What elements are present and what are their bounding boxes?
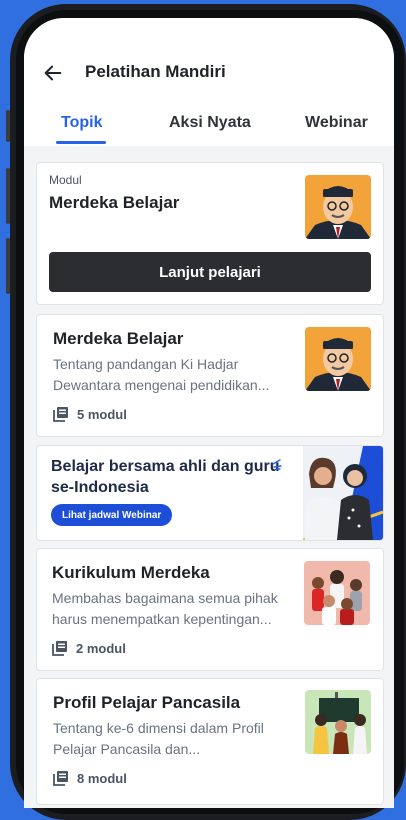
topic-description: Tentang pandangan Ki Hadjar Dewantara me…: [53, 356, 270, 393]
topic-thumbnail: [305, 327, 371, 391]
topic-title: Profil Pelajar Pancasila: [53, 693, 241, 712]
app-screen: Pelatihan Mandiri Topik Aksi Nyata Webin…: [24, 18, 394, 808]
topic-module-count: 8 modul: [53, 770, 127, 786]
phone-side-button: [6, 110, 10, 142]
module-count-label: 5 modul: [77, 406, 127, 422]
topic-description: Membahas bagaimana semua pihak harus men…: [52, 590, 278, 627]
sparkle-icon: [272, 459, 282, 470]
topic-module-count: 5 modul: [53, 406, 127, 422]
page-title: Pelatihan Mandiri: [85, 62, 226, 81]
module-label: Modul: [49, 173, 82, 187]
topic-title: Merdeka Belajar: [53, 329, 184, 348]
banner-title: Belajar bersama ahli dan guru se-Indones…: [51, 458, 280, 496]
phone-side-button: [6, 238, 10, 294]
tab-topik[interactable]: Topik: [61, 114, 102, 132]
continue-module-card[interactable]: Modul Merdeka Belajar Lanjut pelajari: [36, 162, 384, 305]
tab-aksi-nyata[interactable]: Aksi Nyata: [169, 114, 251, 132]
topic-description: Tentang ke-6 dimensi dalam Profil Pelaja…: [53, 720, 264, 757]
book-stack-icon: [53, 407, 68, 422]
topic-module-count: 2 modul: [52, 640, 126, 656]
webinar-banner[interactable]: Belajar bersama ahli dan guru se-Indones…: [36, 445, 384, 541]
book-stack-icon: [52, 641, 67, 656]
continue-learning-button[interactable]: Lanjut pelajari: [49, 252, 371, 292]
topic-card[interactable]: Profil Pelajar Pancasila Tentang ke-6 di…: [36, 678, 384, 805]
active-tab-indicator: [56, 141, 106, 144]
phone-side-button: [6, 168, 10, 224]
back-arrow-icon[interactable]: [42, 62, 64, 84]
app-header: Pelatihan Mandiri Topik Aksi Nyata Webin…: [24, 18, 394, 146]
module-thumbnail: [305, 175, 371, 239]
topic-thumbnail: [304, 561, 370, 625]
topic-thumbnail: [305, 690, 371, 754]
topic-card[interactable]: Kurikulum Merdeka Membahas bagaimana sem…: [36, 548, 384, 671]
book-stack-icon: [53, 771, 68, 786]
topic-title: Kurikulum Merdeka: [52, 563, 210, 582]
banner-photo: [302, 446, 383, 540]
topic-card[interactable]: Merdeka Belajar Tentang pandangan Ki Had…: [36, 314, 384, 437]
tab-webinar[interactable]: Webinar: [305, 114, 368, 132]
webinar-schedule-button[interactable]: Lihat jadwal Webinar: [51, 504, 173, 526]
module-count-label: 2 modul: [76, 640, 126, 656]
module-title: Merdeka Belajar: [49, 193, 180, 212]
module-count-label: 8 modul: [77, 770, 127, 786]
